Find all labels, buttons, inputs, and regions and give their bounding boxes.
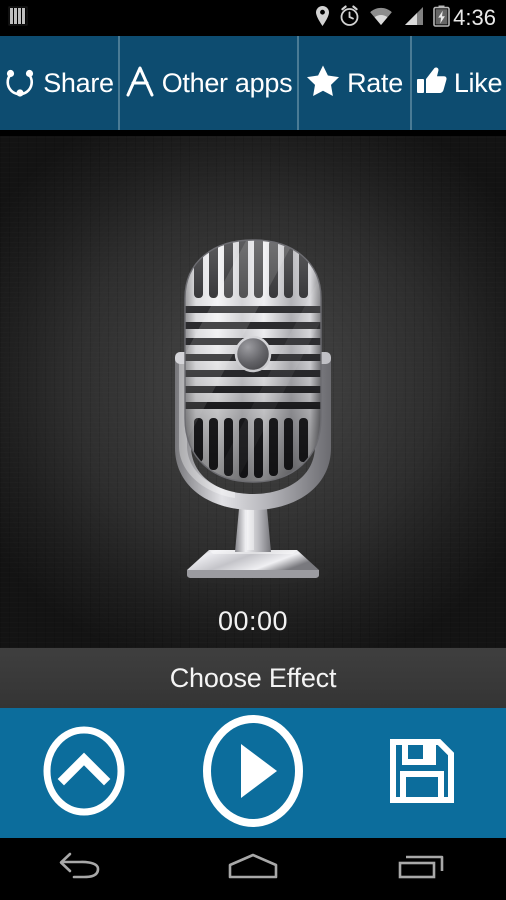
choose-effect-label: Choose Effect [169,662,337,693]
other-apps-label: Other apps [161,67,293,98]
home-button[interactable] [193,838,313,900]
rate-button[interactable]: Rate [297,36,410,130]
retro-microphone-illustration [147,232,359,588]
battery-charging-icon [433,5,450,32]
status-bar-clock: 4:36 [453,5,496,30]
thumbs-up-icon [416,66,447,101]
wifi-icon [369,6,393,31]
back-button[interactable] [24,838,144,900]
star-icon [306,64,340,102]
back-arrow-icon [58,851,110,888]
choose-effect-button[interactable]: Choose Effect [0,648,506,708]
share-button[interactable]: Share [0,36,118,130]
status-bar-right-icons [315,5,450,32]
chevron-up-circle-icon [42,725,126,822]
record-button[interactable] [29,718,139,828]
floppy-disk-icon [389,738,455,809]
share-label: Share [43,67,114,98]
microphone-stage: 00:00 [0,136,506,648]
social-action-bar: Share Other apps Rate Like [0,36,506,133]
transport-bar [0,708,506,838]
play-circle-icon [201,714,305,833]
status-bar: 4:36 [0,0,506,36]
rate-label: Rate [347,67,403,98]
recents-button[interactable] [362,838,482,900]
share-icon [4,65,36,102]
save-button[interactable] [367,718,477,828]
like-label: Like [453,67,503,98]
alarm-clock-icon [339,5,360,32]
status-bar-left-icons [8,5,28,32]
recording-timer: 00:00 [217,606,289,636]
other-apps-icon [125,65,155,102]
like-button[interactable]: Like [410,36,506,130]
other-apps-button[interactable]: Other apps [118,36,297,130]
home-icon [225,851,281,888]
play-button[interactable] [198,714,308,828]
cell-signal-icon [402,6,424,31]
location-pin-icon [315,5,330,32]
app-screen: 4:36 Share Other apps Rate Like 00:00 Ch… [0,0,506,900]
recents-icon [396,851,448,888]
equalizer-bars-icon [8,5,28,32]
android-nav-bar [0,838,506,900]
